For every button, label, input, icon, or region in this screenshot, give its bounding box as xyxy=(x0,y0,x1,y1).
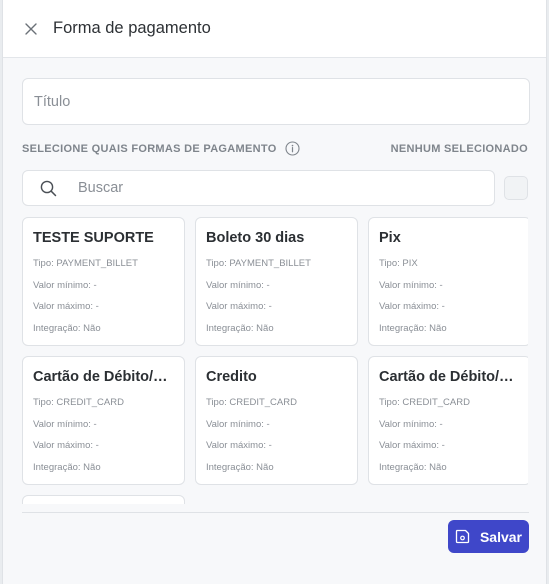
drawer-header: Forma de pagamento xyxy=(3,0,546,58)
card-min-value: Valor mínimo: - xyxy=(379,279,443,291)
filter-button[interactable] xyxy=(504,176,528,200)
card-title: Credito xyxy=(206,369,257,385)
save-button-label: Salvar xyxy=(479,528,523,545)
save-button[interactable]: Salvar xyxy=(448,520,529,553)
drawer-title: Forma de pagamento xyxy=(53,19,211,37)
card-max-value: Valor máximo: - xyxy=(206,440,272,451)
card-max-value: Valor máximo: - xyxy=(33,301,99,312)
close-icon xyxy=(25,22,37,35)
payment-card[interactable]: Credito Tipo: CREDIT_CARD Valor mínimo: … xyxy=(195,356,358,485)
payment-card[interactable]: Cartão de Débito/C... Tipo: CREDIT_CARD … xyxy=(22,356,185,485)
card-integration: Integração: Não xyxy=(379,461,447,473)
card-min-value: Valor mínimo: - xyxy=(33,418,97,430)
card-min-value: Valor mínimo: - xyxy=(379,418,443,430)
payment-method-drawer: Forma de pagamento SELECIONE QUAIS FORMA… xyxy=(2,0,547,584)
card-integration: Integração: Não xyxy=(206,322,274,334)
selection-status: NENHUM SELECIONADO xyxy=(390,142,528,155)
card-type: Tipo: PAYMENT_BILLET xyxy=(33,258,138,269)
section-label: SELECIONE QUAIS FORMAS DE PAGAMENTO xyxy=(22,142,277,155)
card-max-value: Valor máximo: - xyxy=(379,440,445,451)
card-type: Tipo: CREDIT_CARD xyxy=(379,397,470,408)
payment-card[interactable]: TESTE SUPORTE Tipo: PAYMENT_BILLET Valor… xyxy=(22,217,185,346)
search-icon xyxy=(39,179,57,197)
payment-cards-scroll[interactable]: TESTE SUPORTE Tipo: PAYMENT_BILLET Valor… xyxy=(22,217,528,504)
payment-card-partial[interactable] xyxy=(22,495,185,504)
payment-card[interactable]: Cartão de Débito/C... Tipo: CREDIT_CARD … xyxy=(368,356,528,485)
card-min-value: Valor mínimo: - xyxy=(33,279,97,291)
card-type: Tipo: PAYMENT_BILLET xyxy=(206,258,311,269)
drawer-body: SELECIONE QUAIS FORMAS DE PAGAMENTO NENH… xyxy=(3,58,546,504)
selection-header: SELECIONE QUAIS FORMAS DE PAGAMENTO NENH… xyxy=(22,140,528,157)
card-title: Cartão de Débito/C... xyxy=(33,369,174,385)
payment-cards-grid: TESTE SUPORTE Tipo: PAYMENT_BILLET Valor… xyxy=(22,217,528,504)
card-max-value: Valor máximo: - xyxy=(379,301,445,312)
info-icon[interactable] xyxy=(285,141,300,156)
card-max-value: Valor máximo: - xyxy=(206,301,272,312)
payment-card[interactable]: Boleto 30 dias Tipo: PAYMENT_BILLET Valo… xyxy=(195,217,358,346)
card-min-value: Valor mínimo: - xyxy=(206,279,270,291)
search-box[interactable] xyxy=(22,170,496,206)
card-title: Cartão de Débito/C... xyxy=(379,369,520,385)
card-title: Boleto 30 dias xyxy=(206,230,305,246)
card-integration: Integração: Não xyxy=(33,322,101,334)
drawer-footer: Salvar xyxy=(22,512,529,584)
search-row xyxy=(22,170,528,206)
card-integration: Integração: Não xyxy=(379,322,447,334)
card-type: Tipo: PIX xyxy=(379,258,418,269)
card-type: Tipo: CREDIT_CARD xyxy=(33,397,124,408)
card-min-value: Valor mínimo: - xyxy=(206,418,270,430)
save-icon xyxy=(455,529,471,545)
card-max-value: Valor máximo: - xyxy=(33,440,99,451)
close-button[interactable] xyxy=(21,19,41,39)
search-input[interactable] xyxy=(78,180,458,196)
payment-card[interactable]: Pix Tipo: PIX Valor mínimo: - Valor máxi… xyxy=(368,217,528,346)
card-type: Tipo: CREDIT_CARD xyxy=(206,397,297,408)
card-integration: Integração: Não xyxy=(33,461,101,473)
card-title: Pix xyxy=(379,230,401,246)
card-title: TESTE SUPORTE xyxy=(33,230,154,246)
card-integration: Integração: Não xyxy=(206,461,274,473)
title-input[interactable] xyxy=(22,78,530,125)
